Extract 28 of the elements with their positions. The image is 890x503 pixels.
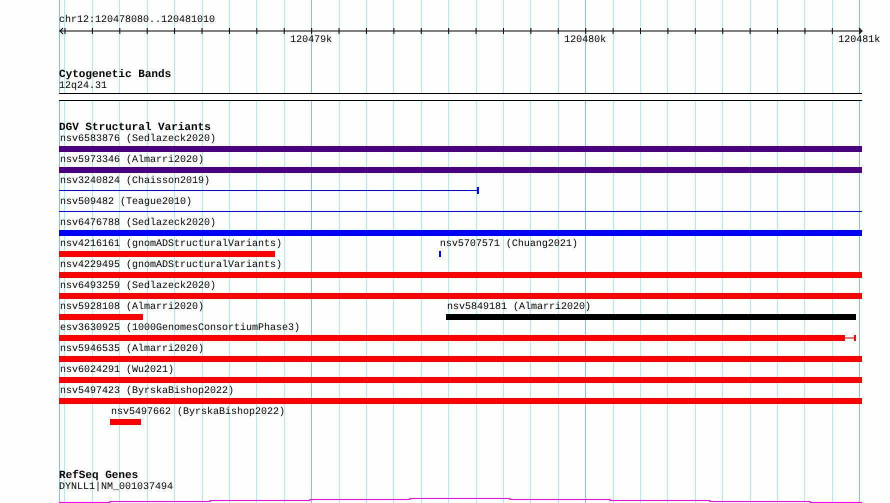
- variant-label: nsv5849181 (Almarri2020): [447, 302, 592, 314]
- variant-label: nsv4216161 (gnomADStructuralVariants): [60, 239, 282, 251]
- variant-label: nsv5946535 (Almarri2020): [60, 344, 204, 356]
- variant-label: nsv5707571 (Chuang2021): [440, 239, 578, 251]
- tick-label: 120479k: [290, 35, 332, 47]
- variant-label: nsv6583876 (Sedlazeck2020): [60, 134, 216, 146]
- track-title: DGV Structural Variants: [59, 122, 211, 134]
- variant-line[interactable]: [59, 208, 862, 215]
- variant-label: nsv3240824 (Chaisson2019): [60, 176, 210, 188]
- variant-bar[interactable]: [438, 251, 442, 257]
- variant-label: nsv6024291 (Wu2021): [60, 365, 174, 377]
- tick-label: 120480k: [564, 35, 606, 47]
- variant-label: nsv6476788 (Sedlazeck2020): [60, 218, 216, 230]
- variant-label: esv3630925 (1000GenomesConsortiumPhase3): [60, 323, 300, 335]
- variant-label: nsv5928108 (Almarri2020): [60, 302, 204, 314]
- location-label: chr12:120478080..120481010: [59, 15, 216, 27]
- track-title: RefSeq Genes: [59, 470, 138, 482]
- variant-label: nsv5973346 (Almarri2020): [60, 155, 204, 167]
- variant-label: nsv4229495 (gnomADStructuralVariants): [60, 260, 282, 272]
- variant-label: nsv509482 (Teague2010): [60, 197, 192, 209]
- variant-label: nsv5497423 (ByrskaBishop2022): [60, 386, 234, 398]
- band-label: 12q24.31: [59, 81, 108, 93]
- gene-label: DYNLL1|NM_001037494: [59, 482, 174, 494]
- tick-label: 120481k: [838, 35, 880, 47]
- variant-label: nsv6493259 (Sedlazeck2020): [60, 281, 216, 293]
- variant-label: nsv5497662 (ByrskaBishop2022): [110, 407, 286, 419]
- variant-line[interactable]: [59, 187, 479, 194]
- track-title: Cytogenetic Bands: [59, 69, 172, 81]
